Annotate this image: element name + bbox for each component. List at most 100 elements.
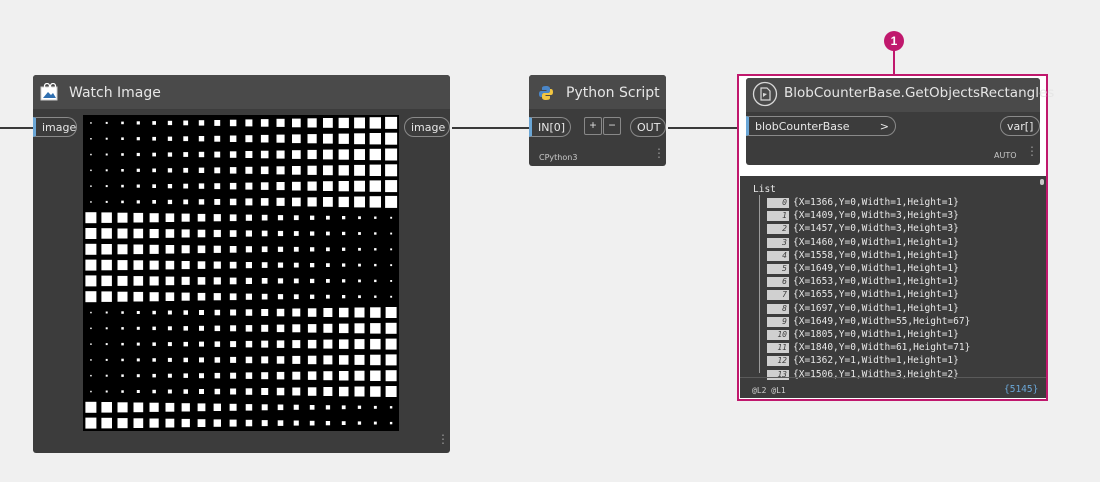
halftone-dot <box>369 133 381 145</box>
halftone-dot <box>121 327 124 330</box>
watch-image-output-port[interactable]: image <box>404 117 450 137</box>
blob-node[interactable]: BlobCounterBase.GetObjectsRectangles blo… <box>746 78 1054 165</box>
halftone-dot <box>276 166 285 175</box>
halftone-dot <box>214 309 221 316</box>
halftone-dot <box>326 294 330 299</box>
halftone-dot <box>149 244 159 254</box>
python-menu-icon[interactable]: ⋮ <box>653 147 665 159</box>
halftone-dot <box>292 340 301 349</box>
halftone-dot <box>165 292 175 301</box>
halftone-dot <box>214 151 221 158</box>
halftone-dot <box>385 354 397 366</box>
halftone-dot <box>90 311 92 314</box>
halftone-dot <box>342 263 346 267</box>
halftone-dot <box>117 212 128 223</box>
halftone-dot <box>105 185 108 188</box>
halftone-dot <box>354 354 365 365</box>
lacing-label[interactable]: AUTO <box>994 151 1017 160</box>
halftone-dot <box>152 152 156 157</box>
halftone-dot <box>370 386 381 397</box>
halftone-dot <box>90 153 92 156</box>
halftone-dot <box>261 246 268 253</box>
halftone-dot <box>342 247 346 251</box>
halftone-dot <box>323 133 333 144</box>
preview-scrollbar-thumb[interactable] <box>1040 179 1044 185</box>
halftone-dot <box>101 291 112 302</box>
preview-item-index: 11 <box>767 343 789 354</box>
halftone-dot <box>339 307 349 318</box>
halftone-dot <box>390 216 393 219</box>
halftone-dot <box>307 181 317 191</box>
preview-footer-divider <box>740 377 1046 378</box>
python-output-port[interactable]: OUT <box>630 117 666 137</box>
halftone-dot <box>369 196 381 208</box>
halftone-dot <box>293 404 299 410</box>
halftone-dot <box>373 421 377 425</box>
watch-image-node[interactable]: Watch Image image image ⋮ <box>33 75 450 453</box>
preview-list-item: 2 {X=1457,Y=0,Width=3,Height=3} <box>767 223 959 235</box>
wire-watch-to-python[interactable] <box>452 127 532 129</box>
halftone-dot <box>105 121 108 124</box>
preview-list-item: 11 {X=1840,Y=0,Width=61,Height=71} <box>767 342 970 354</box>
halftone-dot <box>133 291 144 302</box>
halftone-dot <box>261 230 268 237</box>
halftone-dot <box>229 167 237 174</box>
wire-python-to-blob[interactable] <box>668 127 748 129</box>
halftone-dot <box>276 356 285 364</box>
halftone-dot <box>339 355 349 365</box>
halftone-dot <box>354 339 365 350</box>
halftone-dot <box>152 326 156 331</box>
halftone-dot <box>323 118 333 128</box>
preview-item-index: 10 <box>767 330 789 340</box>
remove-input-button[interactable]: − <box>603 117 621 135</box>
halftone-dot <box>181 403 190 412</box>
halftone-dot <box>197 277 206 285</box>
halftone-dot <box>230 309 237 316</box>
python-engine-label[interactable]: CPython3 <box>539 153 577 162</box>
halftone-dot <box>229 277 237 285</box>
halftone-dot <box>181 213 190 222</box>
halftone-dot <box>183 389 188 394</box>
halftone-dot <box>165 402 175 412</box>
blob-input-label: blobCounterBase <box>755 120 850 133</box>
halftone-dot <box>374 248 377 251</box>
preview-levels[interactable]: @L2 @L1 <box>752 386 786 395</box>
halftone-dot <box>90 374 92 377</box>
python-input-port[interactable]: IN[0] <box>529 117 571 137</box>
halftone-dot <box>105 169 108 172</box>
preview-item-index: 7 <box>767 290 789 301</box>
watch-image-menu-icon[interactable]: ⋮ <box>437 433 449 445</box>
halftone-dot <box>214 183 221 190</box>
blob-input-port[interactable]: blobCounterBase > <box>746 116 896 136</box>
blob-menu-icon[interactable]: ⋮ <box>1026 145 1038 157</box>
blob-node-icon <box>752 81 778 107</box>
halftone-dot <box>167 310 172 315</box>
halftone-dot <box>121 200 124 204</box>
watch-image-title: Watch Image <box>69 85 161 101</box>
halftone-dot <box>342 279 346 283</box>
halftone-dot <box>152 121 156 125</box>
halftone-dot <box>90 138 92 140</box>
halftone-dot <box>245 151 253 158</box>
halftone-dot <box>260 119 269 127</box>
blob-output-port[interactable]: var[] <box>1000 116 1040 136</box>
preview-list-item: 0 {X=1366,Y=0,Width=1,Height=1} <box>767 197 959 208</box>
halftone-dot <box>245 404 253 411</box>
halftone-dot <box>369 148 381 161</box>
halftone-dot <box>152 184 156 188</box>
halftone-dot <box>390 280 393 282</box>
halftone-dot <box>261 324 269 332</box>
halftone-dot <box>277 215 284 221</box>
python-script-node[interactable]: Python Script IN[0] + − OUT CPython3 ⋮ <box>529 75 666 166</box>
halftone-dot <box>307 339 317 349</box>
add-input-button[interactable]: + <box>584 117 602 135</box>
halftone-dot <box>136 358 140 362</box>
wire-left-input[interactable] <box>0 127 36 129</box>
halftone-dot <box>339 323 349 334</box>
halftone-dot <box>105 137 108 140</box>
halftone-dot <box>323 355 333 365</box>
halftone-dot <box>198 136 205 142</box>
halftone-dot <box>167 152 173 157</box>
watch-image-input-port[interactable]: image <box>33 117 77 137</box>
preview-list-item: 5 {X=1649,Y=0,Width=1,Height=1} <box>767 263 959 274</box>
